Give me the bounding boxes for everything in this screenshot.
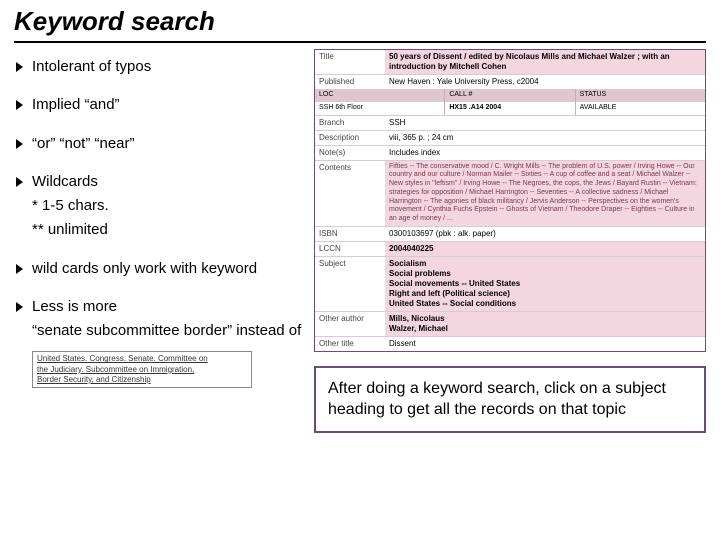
col-value: SSH 6th Floor xyxy=(315,102,445,115)
field-value: Dissent xyxy=(385,337,705,351)
field-value: SSH xyxy=(385,116,705,130)
field-label: Note(s) xyxy=(315,146,385,160)
author-link[interactable]: Walzer, Michael xyxy=(389,324,701,334)
committee-line: United States. Congress. Senate. Committ… xyxy=(37,354,247,364)
col-value: AVAILABLE xyxy=(576,102,705,115)
field-value: Fifties -- The conservative mood / C. Wr… xyxy=(385,161,705,226)
col-value: HX15 .A14 2004 xyxy=(445,102,575,115)
list-item: Intolerant of typos xyxy=(14,57,304,77)
field-label: Branch xyxy=(315,116,385,130)
field-value: 2004040225 xyxy=(385,242,705,256)
field-label: Contents xyxy=(315,161,385,226)
holdings-header: LOC CALL # STATUS xyxy=(315,89,705,102)
field-value: Includes index xyxy=(385,146,705,160)
subject-link[interactable]: Socialism xyxy=(389,259,701,269)
list-item: Implied “and” xyxy=(14,95,304,115)
subject-link[interactable]: Right and left (Political science) xyxy=(389,289,701,299)
subject-link[interactable]: United States -- Social conditions xyxy=(389,299,701,309)
list-item: wild cards only work with keyword xyxy=(14,259,304,279)
list-item-label: Wildcards xyxy=(32,173,98,190)
field-label: Published xyxy=(315,75,385,89)
col-header: STATUS xyxy=(576,89,705,102)
field-label: Description xyxy=(315,131,385,145)
author-list: Mills, Nicolaus Walzer, Michael xyxy=(385,312,705,336)
field-label: Other author xyxy=(315,312,385,336)
field-value: 0300103697 (pbk : alk. paper) xyxy=(385,227,705,241)
author-link[interactable]: Mills, Nicolaus xyxy=(389,314,701,324)
committee-line: Border Security, and Citizenship xyxy=(37,375,247,385)
divider xyxy=(14,41,706,43)
committee-line: the Judiciary. Subcommittee on Immigrati… xyxy=(37,365,247,375)
list-item: “or” “not” “near” xyxy=(14,134,304,154)
field-value: 50 years of Dissent / edited by Nicolaus… xyxy=(385,50,705,74)
committee-snippet: United States. Congress. Senate. Committ… xyxy=(32,351,252,388)
list-subitem: “senate subcommittee border” instead of xyxy=(32,321,304,341)
field-label: ISBN xyxy=(315,227,385,241)
field-label: Other title xyxy=(315,337,385,351)
catalog-record: Title50 years of Dissent / edited by Nic… xyxy=(314,49,706,352)
field-label: LCCN xyxy=(315,242,385,256)
list-item-label: Less is more xyxy=(32,298,117,315)
list-item: Wildcards * 1-5 chars. ** unlimited xyxy=(14,172,304,241)
holdings-row: SSH 6th Floor HX15 .A14 2004 AVAILABLE xyxy=(315,102,705,115)
col-header: LOC xyxy=(315,89,445,102)
list-item: Less is more “senate subcommittee border… xyxy=(14,297,304,389)
field-label: Subject xyxy=(315,257,385,311)
field-label: Title xyxy=(315,50,385,74)
field-value: viii, 365 p. ; 24 cm xyxy=(385,131,705,145)
callout-box: After doing a keyword search, click on a… xyxy=(314,366,706,433)
list-subitem: * 1-5 chars. xyxy=(32,196,304,216)
subject-list: Socialism Social problems Social movemen… xyxy=(385,257,705,311)
page-title: Keyword search xyxy=(14,6,706,37)
col-header: CALL # xyxy=(445,89,575,102)
bullet-list: Intolerant of typos Implied “and” “or” “… xyxy=(14,49,304,433)
subject-link[interactable]: Social problems xyxy=(389,269,701,279)
list-subitem: ** unlimited xyxy=(32,220,304,240)
field-value: New Haven : Yale University Press, c2004 xyxy=(385,75,705,89)
subject-link[interactable]: Social movements -- United States xyxy=(389,279,701,289)
